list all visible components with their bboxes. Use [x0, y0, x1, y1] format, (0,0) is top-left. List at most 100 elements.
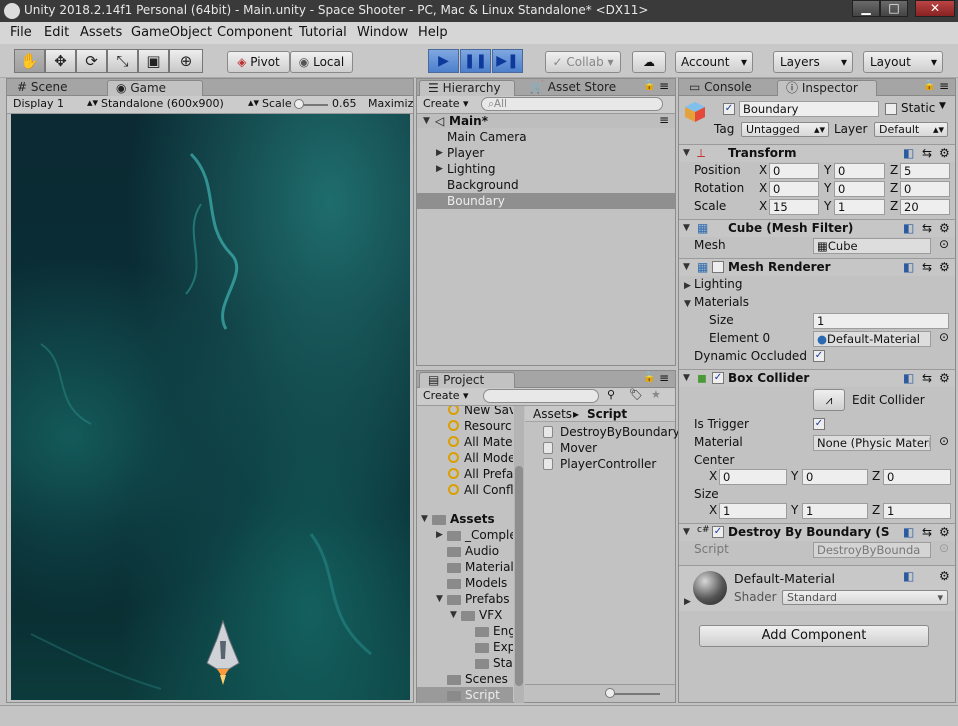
tree-item-script[interactable]: Script [417, 687, 513, 703]
center-z-field[interactable]: 0 [883, 469, 951, 485]
hierarchy-item-lighting[interactable]: ▶ Lighting [417, 161, 675, 177]
rect-tool-icon[interactable]: ▣ [138, 49, 169, 73]
scale-y-field[interactable]: 1 [834, 199, 885, 215]
edit-collider-button[interactable]: ⩘ [813, 389, 845, 411]
pause-button[interactable]: ❚❚ [460, 49, 491, 73]
transform-header[interactable]: ▼ ⟂ Transform ◧ ⇆ ⚙ [679, 144, 955, 162]
favorite-star-icon[interactable]: ★ [651, 388, 661, 401]
cloud-button[interactable]: ☁ [632, 51, 666, 73]
scene-foldout-icon[interactable]: ▼ [423, 116, 430, 126]
layer-dropdown[interactable]: Default ▴▾ [874, 122, 948, 137]
close-button[interactable]: ✕ [915, 0, 955, 17]
hand-tool-icon[interactable]: ✋ [14, 49, 45, 73]
script-enabled-checkbox[interactable]: ✓ [712, 526, 724, 538]
tab-asset-store[interactable]: 🛒 Asset Store [521, 80, 624, 96]
menu-assets[interactable]: Assets [80, 25, 122, 40]
assets-root-row[interactable]: ▼ Assets [417, 511, 513, 527]
foldout-arrow-icon[interactable]: ▶ [684, 597, 691, 607]
mesh-filter-header[interactable]: ▼ ▦ Cube (Mesh Filter) ◧ ⇆ ⚙ [679, 219, 955, 237]
dynamic-occluded-checkbox[interactable]: ✓ [813, 350, 825, 362]
game-viewport[interactable] [11, 114, 410, 700]
script-component-header[interactable]: ▼ c# ✓ Destroy By Boundary (S ◧ ⇆ ⚙ [679, 523, 955, 541]
tab-hierarchy[interactable]: ☰ Hierarchy [419, 80, 515, 96]
project-create-button[interactable]: Create ▾ [423, 389, 469, 402]
menu-gameobject[interactable]: GameObject [131, 25, 212, 40]
tab-game[interactable]: ◉ Game [107, 80, 203, 96]
preset-icon[interactable]: ⇆ [922, 260, 932, 274]
scene-header-row[interactable]: ▼ ◁ Main* ≡ [417, 113, 675, 128]
icon-size-slider-handle[interactable] [605, 688, 615, 698]
hierarchy-item-main-camera[interactable]: Main Camera [417, 129, 675, 145]
foldout-arrow-icon[interactable]: ▼ [683, 373, 690, 383]
label-filter-icon[interactable]: 🏷 [629, 388, 643, 401]
gear-icon[interactable]: ⚙ [939, 221, 950, 235]
help-icon[interactable]: ◧ [903, 146, 914, 160]
foldout-arrow-icon[interactable]: ▶ [436, 530, 443, 540]
help-icon[interactable]: ◧ [903, 569, 914, 583]
rotation-y-field[interactable]: 0 [834, 181, 885, 197]
mesh-renderer-enabled-checkbox[interactable] [712, 261, 724, 273]
active-checkbox[interactable]: ✓ [723, 103, 735, 115]
local-toggle[interactable]: ◉ Local [290, 51, 353, 73]
foldout-arrow-icon[interactable]: ▶ [436, 164, 443, 174]
foldout-arrow-icon[interactable]: ▼ [683, 148, 690, 158]
pivot-toggle[interactable]: ◈ Pivot [227, 51, 290, 73]
tab-console[interactable]: ▭ Console [681, 80, 760, 96]
play-button[interactable]: ▶ [428, 49, 459, 73]
materials-foldout[interactable]: Materials [694, 295, 749, 309]
menu-component[interactable]: Component [217, 25, 292, 40]
tree-item-vfx[interactable]: ▼ VFX [417, 607, 513, 623]
tree-item-eng[interactable]: Eng [417, 623, 513, 639]
foldout-arrow-icon[interactable]: ▼ [450, 610, 457, 620]
lighting-foldout[interactable]: Lighting [694, 277, 743, 291]
layout-dropdown[interactable]: Layout ▾ [863, 51, 943, 73]
position-y-field[interactable]: 0 [834, 163, 885, 179]
menu-file[interactable]: File [10, 25, 32, 40]
tree-item-prefabs[interactable]: ▼ Prefabs [417, 591, 513, 607]
scale-tool-icon[interactable]: ⤡ [107, 49, 138, 73]
scale-slider-handle[interactable] [294, 99, 304, 109]
foldout-arrow-icon[interactable]: ▶ [436, 148, 443, 158]
help-icon[interactable]: ◧ [903, 525, 914, 539]
mesh-renderer-header[interactable]: ▼ ▦ Mesh Renderer ◧ ⇆ ⚙ [679, 258, 955, 276]
panel-menu-icon[interactable]: ≡ [939, 79, 949, 93]
file-item[interactable]: PlayerController [527, 456, 675, 472]
scale-z-field[interactable]: 20 [900, 199, 950, 215]
size-z-field[interactable]: 1 [883, 503, 951, 519]
hierarchy-search-input[interactable]: ⌕All [481, 97, 663, 111]
project-search-input[interactable] [483, 389, 599, 403]
gear-icon[interactable]: ⚙ [939, 260, 950, 274]
position-z-field[interactable]: 5 [900, 163, 950, 179]
tab-inspector[interactable]: ⓘ Inspector [777, 80, 877, 96]
search-by-type-icon[interactable]: ⚲ [607, 388, 615, 401]
element-0-field[interactable]: ●Default-Material [813, 331, 931, 347]
menu-tutorial[interactable]: Tutorial [299, 25, 347, 40]
minimize-button[interactable]: ▁ [852, 0, 880, 17]
object-picker-icon[interactable]: ⊙ [939, 330, 949, 344]
foldout-arrow-icon[interactable]: ▼ [436, 594, 443, 604]
hierarchy-item-background[interactable]: Background [417, 177, 675, 193]
help-icon[interactable]: ◧ [903, 260, 914, 274]
lock-icon[interactable]: 🔒 [923, 80, 935, 91]
hierarchy-item-player[interactable]: ▶ Player [417, 145, 675, 161]
file-item[interactable]: Mover [527, 440, 675, 456]
foldout-arrow-icon[interactable]: ▼ [683, 527, 690, 537]
account-dropdown[interactable]: Account ▾ [675, 51, 753, 73]
panel-menu-icon[interactable]: ≡ [659, 79, 669, 93]
static-checkbox[interactable] [885, 103, 897, 115]
scale-x-field[interactable]: 15 [769, 199, 819, 215]
maximize-button[interactable]: □ [880, 0, 908, 17]
box-collider-enabled-checkbox[interactable]: ✓ [712, 372, 724, 384]
move-tool-icon[interactable]: ✥ [45, 49, 76, 73]
resolution-dropdown[interactable]: Standalone (600x900) [101, 97, 224, 110]
size-x-field[interactable]: 1 [719, 503, 787, 519]
tree-item-sta[interactable]: Sta [417, 655, 513, 671]
scene-menu-icon[interactable]: ≡ [659, 113, 669, 127]
object-picker-icon[interactable]: ⊙ [939, 237, 949, 251]
foldout-arrow-icon[interactable]: ▶ [684, 281, 691, 291]
rotation-z-field[interactable]: 0 [900, 181, 950, 197]
static-chevron-icon[interactable]: ▼ [939, 101, 946, 111]
layers-dropdown[interactable]: Layers ▾ [773, 51, 853, 73]
preset-icon[interactable]: ⇆ [922, 371, 932, 385]
tree-item-scenes[interactable]: Scenes [417, 671, 513, 687]
